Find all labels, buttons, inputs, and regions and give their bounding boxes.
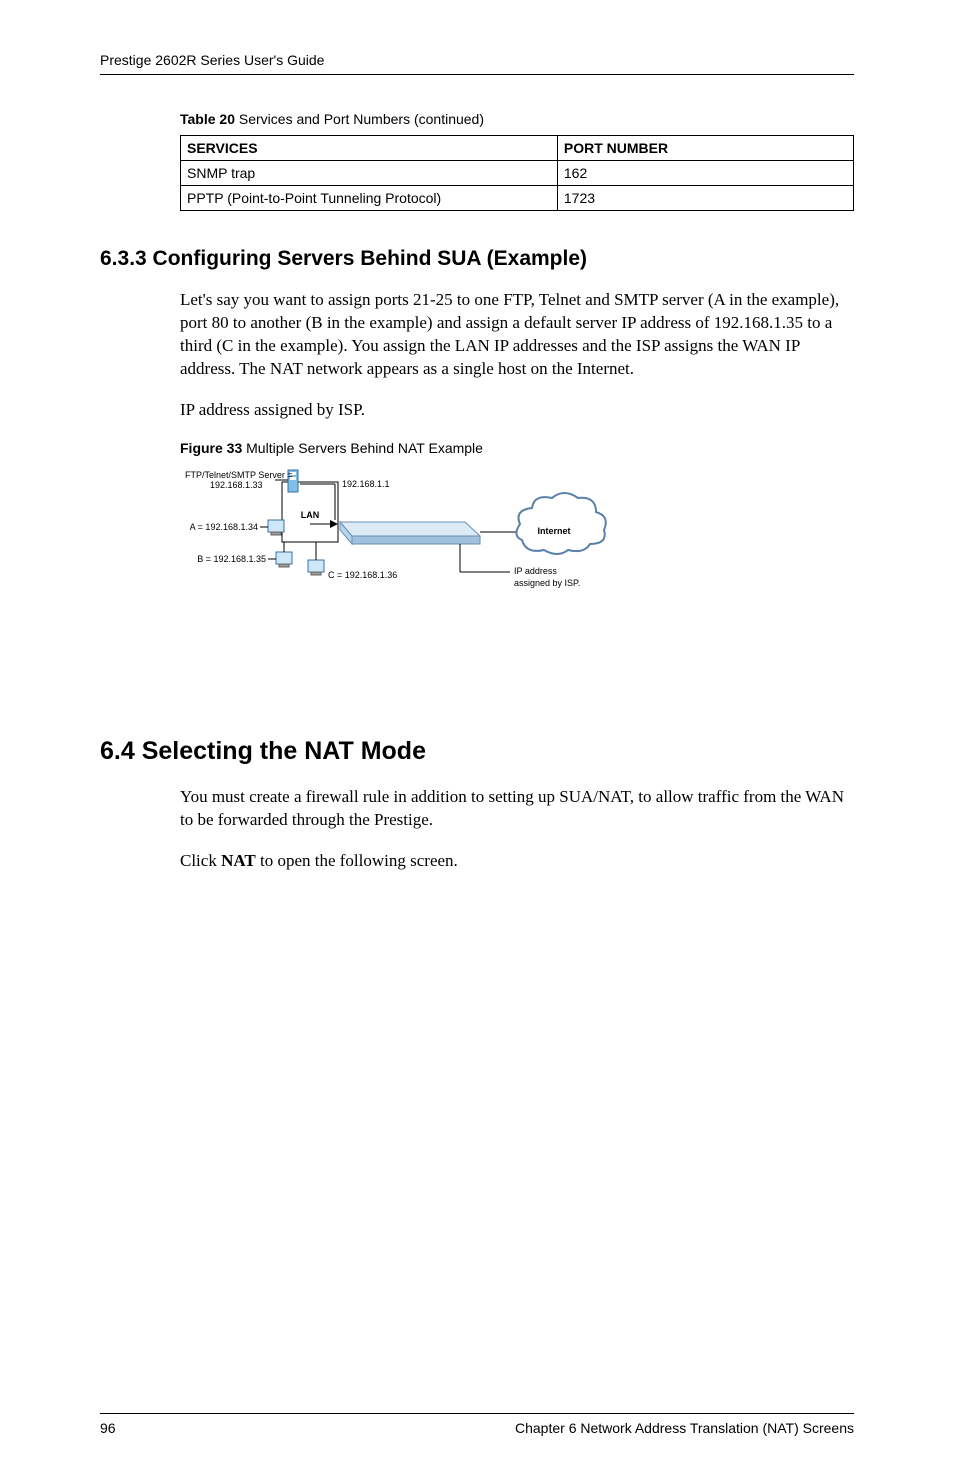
para-64-2-pre: Click xyxy=(180,851,221,870)
label-gateway-ip: 192.168.1.1 xyxy=(342,479,390,489)
page-number: 96 xyxy=(100,1420,116,1436)
para-64-2: Click NAT to open the following screen. xyxy=(180,850,854,873)
chapter-label: Chapter 6 Network Address Translation (N… xyxy=(515,1420,854,1436)
label-host-a: A = 192.168.1.34 xyxy=(190,522,258,532)
label-host-c: C = 192.168.1.36 xyxy=(328,570,397,580)
services-table: SERVICES PORT NUMBER SNMP trap 162 PPTP … xyxy=(180,135,854,211)
cell-service: PPTP (Point-to-Point Tunneling Protocol) xyxy=(181,186,558,211)
label-lan: LAN xyxy=(301,510,320,520)
label-ftp-line1: FTP/Telnet/SMTP Server = xyxy=(185,470,293,480)
th-port-number: PORT NUMBER xyxy=(557,136,853,161)
table-20-caption: Table 20 Services and Port Numbers (cont… xyxy=(180,111,854,127)
label-ftp-line2: 192.168.1.33 xyxy=(210,480,263,490)
table-row: SNMP trap 162 xyxy=(181,161,854,186)
heading-6-3-3: 6.3.3 Configuring Servers Behind SUA (Ex… xyxy=(100,247,854,271)
cell-port: 1723 xyxy=(557,186,853,211)
para-64-1: You must create a firewall rule in addit… xyxy=(180,786,854,832)
label-host-b: B = 192.168.1.35 xyxy=(197,554,266,564)
th-services: SERVICES xyxy=(181,136,558,161)
table-row: PPTP (Point-to-Point Tunneling Protocol)… xyxy=(181,186,854,211)
para-633-2: IP address assigned by ISP. xyxy=(180,399,854,422)
figure-33-diagram: LAN FTP/Telnet/SMTP Server = 192.168.1.3… xyxy=(180,462,610,617)
table-20-title: Services and Port Numbers (continued) xyxy=(235,111,484,127)
cell-port: 162 xyxy=(557,161,853,186)
page-footer: 96 Chapter 6 Network Address Translation… xyxy=(100,1413,854,1436)
figure-33-label: Figure 33 xyxy=(180,440,242,456)
label-internet: Internet xyxy=(537,526,570,536)
network-diagram-icon: LAN FTP/Telnet/SMTP Server = 192.168.1.3… xyxy=(180,462,610,612)
figure-33-title: Multiple Servers Behind NAT Example xyxy=(242,440,483,456)
para-64-2-bold: NAT xyxy=(221,851,256,870)
label-isp-line1: IP address xyxy=(514,566,557,576)
para-64-2-post: to open the following screen. xyxy=(256,851,458,870)
figure-33-caption: Figure 33 Multiple Servers Behind NAT Ex… xyxy=(180,440,854,456)
label-isp-line2: assigned by ISP. xyxy=(514,578,580,588)
para-633-1: Let's say you want to assign ports 21-25… xyxy=(180,289,854,381)
table-20-label: Table 20 xyxy=(180,111,235,127)
running-header: Prestige 2602R Series User's Guide xyxy=(100,52,854,75)
heading-6-4: 6.4 Selecting the NAT Mode xyxy=(100,737,854,766)
cell-service: SNMP trap xyxy=(181,161,558,186)
